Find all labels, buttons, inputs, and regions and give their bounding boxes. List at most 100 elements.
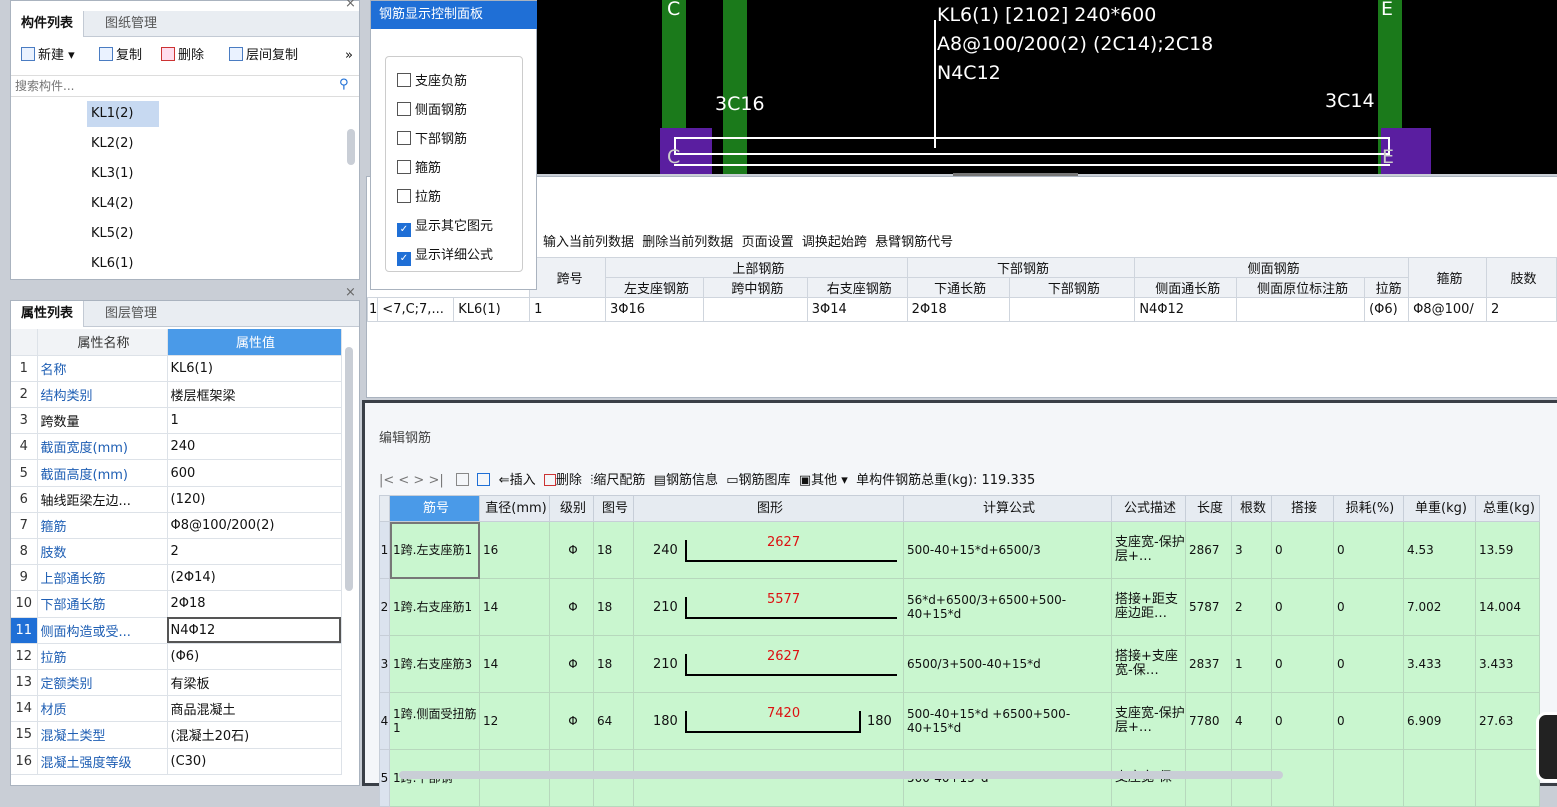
lap-cell[interactable]: 0 [1271, 635, 1334, 693]
unit-weight-cell[interactable]: 6.909 [1403, 692, 1476, 750]
formula-desc-cell[interactable]: 搭接+支座宽-保… [1111, 635, 1186, 693]
property-row-selected[interactable]: 11 侧面构造或受... N4Φ12 [11, 617, 342, 644]
lap-cell[interactable]: 0 [1271, 521, 1334, 579]
formula-cell[interactable]: 500-40+15*d +6500+500-40+15*d [903, 692, 1112, 750]
search-icon[interactable]: ⚲ [339, 77, 349, 92]
formula-desc-cell[interactable]: 搭接+距支座边距… [1111, 578, 1186, 636]
component-item-kl6[interactable]: KL6(1) [87, 251, 159, 277]
length-cell[interactable]: 2867 [1185, 521, 1232, 579]
figure-no-cell[interactable]: 18 [593, 521, 634, 579]
property-row[interactable]: 8 肢数 2 [11, 538, 342, 566]
loss-cell[interactable]: 0 [1333, 578, 1404, 636]
property-row[interactable]: 7 箍筋 Φ8@100/200(2) [11, 512, 342, 540]
loss-cell[interactable] [1333, 749, 1404, 807]
more-tools-button[interactable]: » [345, 43, 353, 69]
unit-weight-cell[interactable]: 7.002 [1403, 578, 1476, 636]
total-weight-cell[interactable] [1475, 749, 1540, 807]
menu-cantilever-code[interactable]: 悬臂钢筋代号 [875, 235, 953, 250]
formula-cell[interactable]: 6500/3+500-40+15*d [903, 635, 1112, 693]
checkbox-checked-icon[interactable]: ✓ [397, 252, 411, 266]
rebar-row[interactable]: 2 1跨.右支座筋1 14 Φ 18 210 5577 56*d+6500/3+6500+50… [379, 578, 1540, 636]
option-tie-bar[interactable]: 拉筋 [397, 186, 441, 205]
length-cell[interactable]: 5787 [1185, 578, 1232, 636]
option-support-neg-rebar[interactable]: 支座负筋 [397, 70, 467, 89]
beam-table-row[interactable]: 1 <7,C;7,... KL6(1) 1 3Φ16 3Φ14 2Φ18 N4Φ12 (Φ… [366, 297, 1557, 322]
checkbox-icon[interactable] [397, 189, 411, 203]
option-stirrup[interactable]: 箍筋 [397, 157, 441, 176]
property-row[interactable]: 9 上部通长筋 (2Φ14) [11, 564, 342, 592]
menu-swap-start-span[interactable]: 调换起始跨 [802, 235, 867, 250]
length-cell[interactable]: 7780 [1185, 692, 1232, 750]
property-row[interactable]: 6 轴线距梁左边... (120) [11, 486, 342, 513]
menu-page-setup[interactable]: 页面设置 [742, 235, 794, 250]
total-weight-cell[interactable]: 3.433 [1475, 635, 1540, 693]
property-row[interactable]: 5 截面高度(mm) 600 [11, 459, 342, 487]
checkbox-icon[interactable] [397, 73, 411, 87]
unit-weight-cell[interactable]: 4.53 [1403, 521, 1476, 579]
count-cell[interactable]: 2 [1231, 578, 1272, 636]
shape-cell[interactable]: 240 2627 [633, 521, 904, 579]
shape-cell[interactable]: 180 7420 180 [633, 692, 904, 750]
shape-cell[interactable]: 210 5577 [633, 578, 904, 636]
other-menu-button[interactable]: ▣其他 ▾ [799, 473, 848, 488]
component-list-scrollbar[interactable] [347, 129, 355, 165]
delete-button[interactable]: 删除 [161, 43, 204, 69]
option-bottom-rebar[interactable]: 下部钢筋 [397, 128, 467, 147]
overlay-widget-icon[interactable] [1536, 712, 1557, 782]
option-show-detail-formula[interactable]: ✓ 显示详细公式 [397, 244, 493, 266]
option-show-other-elements[interactable]: ✓ 显示其它图元 [397, 215, 493, 237]
property-row[interactable]: 15 混凝土类型 (混凝土20石) [11, 721, 342, 749]
new-button[interactable]: 新建 ▾ [21, 43, 75, 69]
bar-no-cell[interactable]: 1跨.右支座筋3 [389, 635, 480, 693]
checkbox-icon[interactable] [397, 102, 411, 116]
menu-input-column[interactable]: 输入当前列数据 [543, 235, 634, 250]
tab-property-list[interactable]: 属性列表 [11, 301, 85, 327]
cad-viewport[interactable]: C E C E KL6(1) [2102] 240*600 A8@100/200… [537, 0, 1557, 174]
diameter-cell[interactable]: 12 [479, 692, 550, 750]
rebar-row[interactable]: 3 1跨.右支座筋3 14 Φ 18 210 2627 6500/3+500-40+15*d 搭… [379, 635, 1540, 693]
tab-layer-management[interactable]: 图层管理 [95, 301, 167, 327]
grade-cell[interactable]: Φ [549, 692, 594, 750]
grade-cell[interactable]: Φ [549, 635, 594, 693]
lap-cell[interactable]: 0 [1271, 578, 1334, 636]
grade-cell[interactable]: Φ [549, 578, 594, 636]
edit-hscrollbar[interactable] [399, 771, 1283, 779]
component-item-kl1[interactable]: KL1(2) [87, 101, 159, 127]
component-item-kl2[interactable]: KL2(2) [87, 131, 159, 157]
property-row[interactable]: 2 结构类别 楼层框架梁 [11, 381, 342, 409]
copy-button[interactable]: 复制 [99, 43, 142, 69]
floor-copy-button[interactable]: 层间复制 [229, 43, 298, 69]
formula-desc-cell[interactable]: 支座宽-保护层+… [1111, 521, 1186, 579]
close-icon[interactable]: × [345, 285, 356, 300]
component-item-kl3[interactable]: KL3(1) [87, 161, 159, 187]
loss-cell[interactable]: 0 [1333, 635, 1404, 693]
bar-no-cell[interactable]: 1跨.左支座筋1 [389, 521, 480, 579]
bar-no-cell[interactable]: 1跨.右支座筋1 [389, 578, 480, 636]
formula-desc-cell[interactable]: 支座宽-保护层+… [1111, 692, 1186, 750]
shape-cell[interactable]: 210 2627 [633, 635, 904, 693]
unit-weight-cell[interactable] [1403, 749, 1476, 807]
component-search-input[interactable] [11, 75, 359, 97]
length-cell[interactable]: 2837 [1185, 635, 1232, 693]
figure-no-cell[interactable]: 18 [593, 635, 634, 693]
formula-cell[interactable]: 500-40+15*d+6500/3 [903, 521, 1112, 579]
diameter-cell[interactable]: 14 [479, 578, 550, 636]
loss-cell[interactable]: 0 [1333, 692, 1404, 750]
checkbox-icon[interactable] [397, 160, 411, 174]
component-item-kl4[interactable]: KL4(2) [87, 191, 159, 217]
loss-cell[interactable]: 0 [1333, 521, 1404, 579]
rebar-library-button[interactable]: ▭钢筋图库 [726, 473, 790, 488]
component-item-kl5[interactable]: KL5(2) [87, 221, 159, 247]
move-down-icon[interactable] [477, 473, 491, 486]
count-cell[interactable]: 4 [1231, 692, 1272, 750]
menu-delete-column[interactable]: 删除当前列数据 [642, 235, 733, 250]
property-row[interactable]: 1 名称 KL6(1) [11, 355, 342, 382]
total-weight-cell[interactable]: 27.63 [1475, 692, 1540, 750]
property-row[interactable]: 12 拉筋 (Φ6) [11, 643, 342, 670]
option-side-rebar[interactable]: 侧面钢筋 [397, 99, 467, 118]
grade-cell[interactable]: Φ [549, 521, 594, 579]
total-weight-cell[interactable]: 14.004 [1475, 578, 1540, 636]
property-row[interactable]: 14 材质 商品混凝土 [11, 695, 342, 723]
insert-button[interactable]: ⇐插入 [499, 473, 536, 488]
property-row[interactable]: 4 截面宽度(mm) 240 [11, 433, 342, 461]
